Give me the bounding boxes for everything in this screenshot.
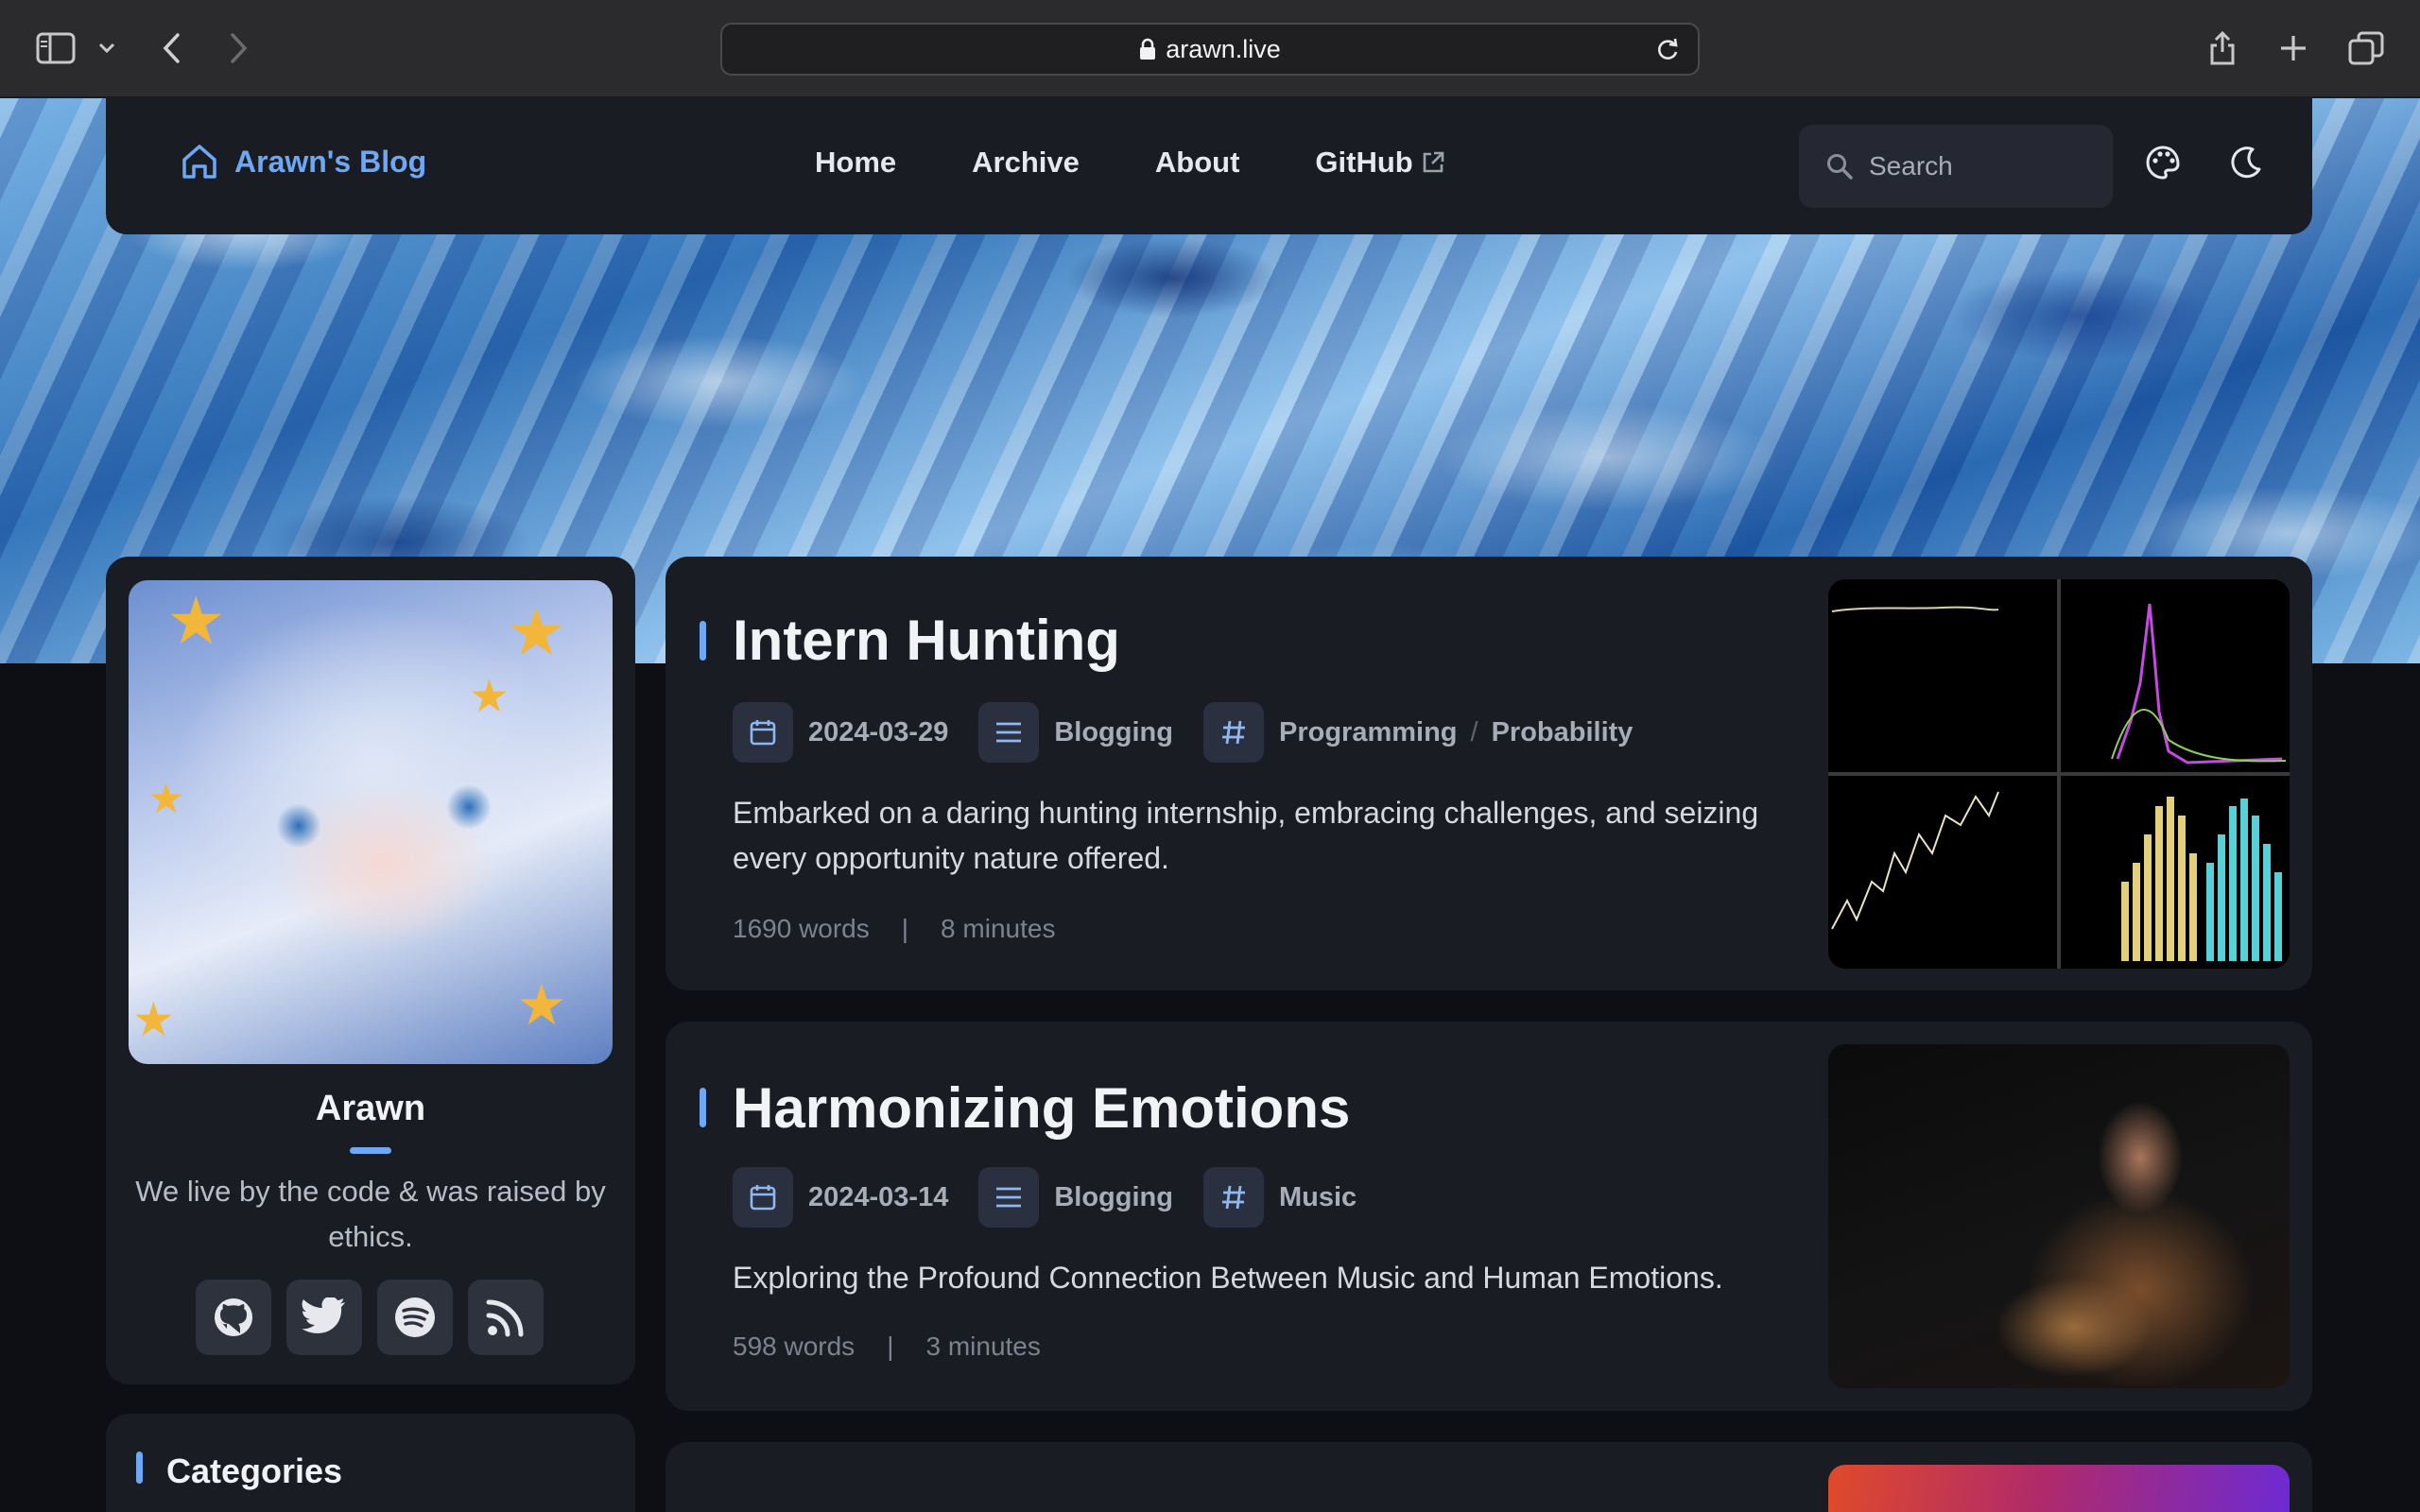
- post-category[interactable]: Blogging: [1054, 717, 1173, 748]
- title-accent-bar: [700, 1088, 706, 1127]
- new-tab-icon[interactable]: [2278, 28, 2308, 68]
- stats-separator: |: [901, 914, 909, 943]
- post-date: 2024-03-29: [808, 716, 949, 747]
- social-links: [196, 1280, 544, 1355]
- calendar-icon: [733, 1167, 793, 1228]
- chevron-down-icon[interactable]: [98, 28, 115, 68]
- post-title[interactable]: Harmonizing Emotions: [733, 1075, 1350, 1141]
- search-input[interactable]: Search: [1799, 125, 2113, 208]
- post-card[interactable]: Intern Hunting 2024-03-29 Blogging Progr…: [666, 557, 2312, 990]
- post-tag[interactable]: Probability: [1492, 717, 1634, 748]
- search-icon: [1825, 152, 1854, 180]
- post-meta: 2024-03-29 Blogging Programming / Probab…: [733, 702, 1663, 763]
- search-placeholder: Search: [1869, 151, 1953, 180]
- post-meta: 2024-03-14 Blogging Music: [733, 1167, 1387, 1228]
- post-stats: 598 words | 3 minutes: [733, 1332, 1041, 1362]
- nav-link-archive[interactable]: Archive: [972, 146, 1080, 180]
- tab-overview-icon[interactable]: [2348, 28, 2384, 68]
- post-title[interactable]: Intern Hunting: [733, 608, 1120, 673]
- browser-toolbar: arawn.live: [0, 0, 2420, 98]
- categories-title: Categories: [166, 1452, 343, 1490]
- reload-icon[interactable]: [1654, 36, 1681, 62]
- post-category[interactable]: Blogging: [1054, 1182, 1173, 1213]
- star-decoration: ★: [132, 993, 175, 1046]
- stats-separator: |: [887, 1332, 894, 1361]
- post-cover-image[interactable]: [1828, 1044, 2290, 1388]
- github-icon[interactable]: [196, 1280, 271, 1355]
- profile-name: Arawn: [315, 1089, 426, 1128]
- hashtag-icon: [1202, 1167, 1264, 1228]
- external-link-icon: [1421, 150, 1445, 175]
- title-accent-bar: [700, 621, 706, 661]
- post-date: 2024-03-14: [808, 1181, 949, 1212]
- nav-link-about[interactable]: About: [1155, 146, 1240, 180]
- forward-arrow-icon[interactable]: [229, 28, 250, 68]
- brand-link[interactable]: Arawn's Blog: [180, 142, 426, 181]
- brand-title: Arawn's Blog: [234, 144, 427, 179]
- post-tag[interactable]: Programming: [1279, 717, 1458, 748]
- post-card[interactable]: Harmonizing Emotions 2024-03-14 Blogging…: [666, 1022, 2312, 1411]
- tag-separator: /: [1470, 716, 1478, 747]
- profile-bio: We live by the code & was raised by ethi…: [135, 1175, 606, 1253]
- post-stats: 1690 words | 8 minutes: [733, 914, 1055, 944]
- calendar-icon: [733, 702, 793, 763]
- star-decoration: ★: [147, 776, 185, 822]
- post-description: Embarked on a daring hunting internship,…: [733, 796, 1759, 875]
- star-decoration: ★: [469, 672, 510, 722]
- post-card[interactable]: [666, 1442, 2312, 1512]
- twitter-icon[interactable]: [286, 1280, 362, 1355]
- section-accent-bar: [136, 1452, 143, 1484]
- nav-link-github-label: GitHub: [1315, 146, 1413, 179]
- menu-lines-icon: [978, 1167, 1040, 1228]
- star-decoration: ★: [166, 584, 226, 658]
- address-bar[interactable]: arawn.live: [720, 23, 1700, 76]
- post-cover-image[interactable]: [1828, 579, 2290, 969]
- post-read-time: 8 minutes: [941, 914, 1056, 943]
- nav-link-home[interactable]: Home: [815, 146, 896, 180]
- categories-card: Categories: [106, 1414, 635, 1512]
- lock-icon: [1139, 38, 1156, 60]
- nav-links: Home Archive About GitHub: [815, 146, 1521, 180]
- rss-icon[interactable]: [468, 1280, 544, 1355]
- hashtag-icon: [1202, 702, 1264, 763]
- post-word-count: 598 words: [733, 1332, 856, 1361]
- nav-link-github[interactable]: GitHub: [1315, 146, 1444, 180]
- star-decoration: ★: [516, 973, 567, 1037]
- palette-icon[interactable]: [2144, 144, 2182, 181]
- profile-card: ★ ★ ★ ★ ★ ★ Arawn We live by the code & …: [106, 557, 635, 1384]
- moon-icon[interactable]: [2227, 144, 2265, 181]
- post-cover-image[interactable]: [1828, 1465, 2290, 1512]
- url-text: arawn.live: [1166, 34, 1281, 63]
- post-description: Exploring the Profound Connection Betwee…: [733, 1261, 1723, 1295]
- menu-lines-icon: [978, 702, 1040, 763]
- spotify-icon[interactable]: [377, 1280, 453, 1355]
- post-read-time: 3 minutes: [925, 1332, 1041, 1361]
- post-tag[interactable]: Music: [1279, 1182, 1357, 1213]
- back-arrow-icon[interactable]: [161, 28, 182, 68]
- share-icon[interactable]: [2208, 28, 2237, 68]
- star-decoration: ★: [507, 595, 566, 669]
- profile-divider: [350, 1147, 391, 1154]
- home-icon: [180, 142, 219, 181]
- post-word-count: 1690 words: [733, 914, 870, 943]
- site-navbar: Arawn's Blog Home Archive About GitHub S…: [106, 98, 2312, 234]
- sidebar-toggle-icon[interactable]: [36, 28, 76, 68]
- avatar: ★ ★ ★ ★ ★ ★: [129, 580, 613, 1064]
